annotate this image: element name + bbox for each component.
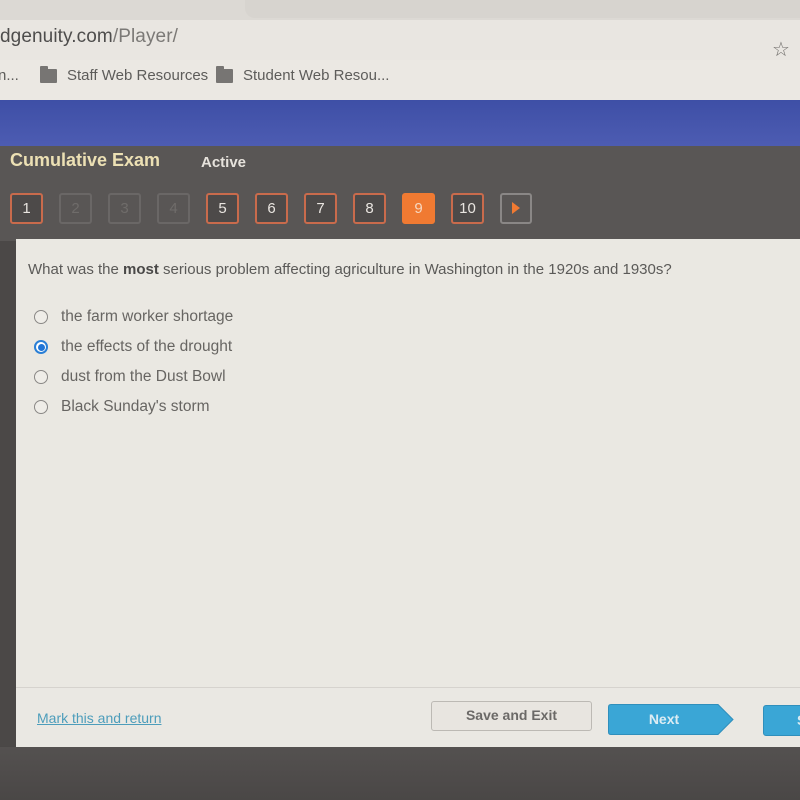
answer-label: Black Sunday's storm <box>61 398 210 415</box>
mark-and-return-link[interactable]: Mark this and return <box>37 710 162 726</box>
question-emphasis: most <box>123 261 159 278</box>
address-bar[interactable]: dgenuity.com/Player/ ☆ <box>0 20 800 60</box>
save-and-exit-button[interactable]: Save and Exit <box>431 701 592 731</box>
question-button-8[interactable]: 8 <box>353 193 386 224</box>
star-icon[interactable]: ☆ <box>772 40 792 60</box>
bookmark-label: n... <box>0 67 19 84</box>
question-navigation: 1 2 3 4 5 6 7 8 9 10 <box>10 193 548 224</box>
question-button-1[interactable]: 1 <box>10 193 43 224</box>
app-banner <box>0 100 800 146</box>
bookmark-staff-web-resources[interactable]: Staff Web Resources <box>40 65 209 84</box>
exam-status: Active <box>201 154 247 171</box>
answer-label: dust from the Dust Bowl <box>61 368 226 385</box>
url-text[interactable]: dgenuity.com/Player/ <box>0 26 178 48</box>
url-path: /Player/ <box>112 26 179 47</box>
screen-bezel <box>0 747 800 800</box>
radio-button[interactable] <box>34 400 48 414</box>
answer-option[interactable]: dust from the Dust Bowl <box>34 362 233 392</box>
footer-bar: Mark this and return Save and Exit Next … <box>16 687 800 747</box>
answer-option[interactable]: Black Sunday's storm <box>34 392 233 422</box>
answer-options: the farm worker shortage the effects of … <box>34 302 233 422</box>
bookmark-label: Student Web Resou... <box>243 67 390 84</box>
answer-label: the effects of the drought <box>61 338 233 355</box>
answer-option[interactable]: the farm worker shortage <box>34 302 233 332</box>
answer-label: the farm worker shortage <box>61 308 234 325</box>
folder-icon <box>216 65 233 83</box>
bookmark-student-web-resources[interactable]: Student Web Resou... <box>216 65 390 84</box>
browser-tab-strip <box>0 0 800 22</box>
question-button-2[interactable]: 2 <box>59 193 92 224</box>
bookmark-label: Staff Web Resources <box>67 67 209 84</box>
next-button[interactable]: Next <box>608 704 734 735</box>
browser-tab[interactable] <box>245 0 800 18</box>
question-text-part: What was the <box>28 261 124 278</box>
bookmark-item[interactable]: n... <box>0 67 19 84</box>
question-button-10[interactable]: 10 <box>451 193 484 224</box>
next-button-label: Next <box>648 711 680 727</box>
question-button-6[interactable]: 6 <box>255 193 288 224</box>
question-button-4[interactable]: 4 <box>157 193 190 224</box>
radio-button[interactable] <box>34 370 48 384</box>
question-button-5[interactable]: 5 <box>206 193 239 224</box>
answer-option-selected[interactable]: the effects of the drought <box>34 332 233 362</box>
question-button-9[interactable]: 9 <box>402 193 435 224</box>
question-panel: What was the most serious problem affect… <box>16 239 800 687</box>
question-button-7[interactable]: 7 <box>304 193 337 224</box>
radio-button-checked[interactable] <box>34 340 48 354</box>
exam-title: Cumulative Exam <box>10 150 161 170</box>
url-host: dgenuity.com <box>0 26 113 47</box>
bookmarks-bar: n... Staff Web Resources Student Web Res… <box>0 60 800 100</box>
exam-header: Cumulative Exam Active 1 2 3 4 5 6 7 8 9… <box>0 146 800 241</box>
folder-icon <box>40 65 57 83</box>
left-edge <box>0 241 17 746</box>
submit-button[interactable]: S <box>763 705 800 736</box>
radio-button[interactable] <box>34 310 48 324</box>
play-arrow-icon <box>512 202 520 215</box>
question-button-3[interactable]: 3 <box>108 193 141 224</box>
next-questions-button[interactable] <box>500 193 532 224</box>
question-text: What was the most serious problem affect… <box>28 261 672 278</box>
question-text-part: serious problem affecting agriculture in… <box>158 261 672 278</box>
